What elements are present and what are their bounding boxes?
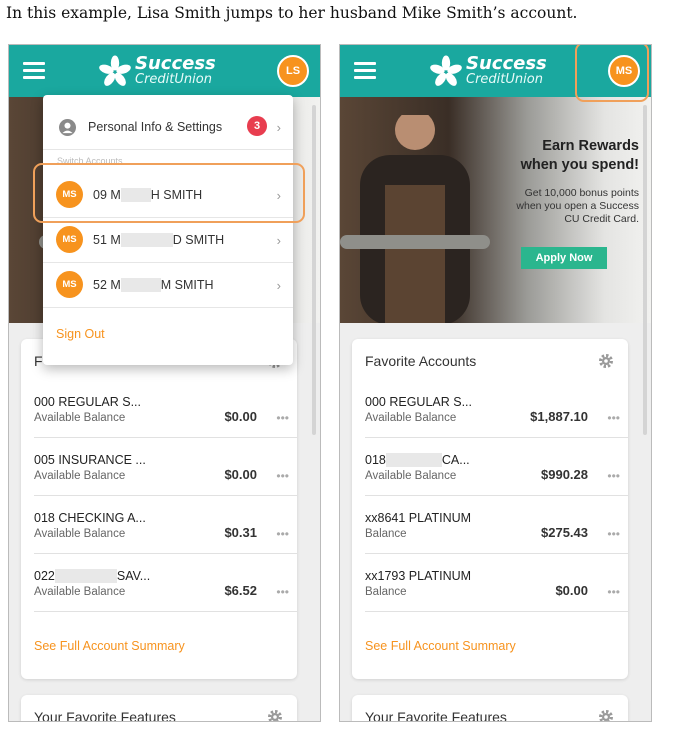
- account-name: xx1793 PLATINUM: [365, 569, 472, 583]
- logo-star-icon: [430, 55, 462, 86]
- account-balance: $0.00: [224, 467, 257, 482]
- account-balance-label: Available Balance: [34, 470, 126, 482]
- switch-account-item[interactable]: MS 52 MM SMITH ›: [43, 263, 293, 308]
- account-row[interactable]: xx8641 PLATINUM Balance $275.43 •••: [365, 497, 628, 554]
- caption: In this example, Lisa Smith jumps to her…: [6, 4, 578, 22]
- more-options-icon[interactable]: •••: [276, 411, 289, 425]
- panel-title: Favorite Accounts: [365, 353, 477, 369]
- sign-out-link[interactable]: Sign Out: [56, 327, 105, 341]
- gear-icon[interactable]: [267, 709, 283, 722]
- favorite-accounts-panel: F 000 REGULAR S... Available Balance $0.…: [21, 339, 297, 679]
- logo-title: Success: [466, 53, 547, 74]
- chevron-right-icon: ›: [276, 233, 281, 248]
- highlight-callout: [33, 163, 305, 223]
- more-options-icon[interactable]: •••: [607, 411, 620, 425]
- menu-icon[interactable]: [354, 62, 376, 80]
- see-full-summary-link[interactable]: See Full Account Summary: [34, 639, 185, 653]
- account-name: 000 REGULAR S...: [365, 395, 472, 409]
- account-row[interactable]: xx1793 PLATINUM Balance $0.00 •••: [365, 555, 628, 612]
- phone-screen-after: Success CreditUnion MS Earn Rewards when …: [339, 44, 652, 722]
- account-balance-label: Available Balance: [34, 586, 126, 598]
- avatar: MS: [56, 226, 83, 253]
- more-options-icon[interactable]: •••: [276, 585, 289, 599]
- logo-subtitle: CreditUnion: [466, 72, 543, 87]
- account-name: 018 CHECKING A...: [34, 511, 146, 525]
- promo-photo: [340, 115, 490, 323]
- account-balance: $1,887.10: [530, 409, 588, 424]
- notification-badge: 3: [247, 116, 267, 136]
- features-title: Your Favorite Features: [365, 709, 507, 722]
- promo-title: Earn Rewards when you spend!: [520, 138, 639, 173]
- panel-title: F: [34, 353, 43, 369]
- favorite-accounts-panel: Favorite Accounts 000 REGULAR S... Avail…: [352, 339, 628, 679]
- more-options-icon[interactable]: •••: [607, 527, 620, 541]
- user-circle-icon: [59, 119, 76, 136]
- account-balance: $275.43: [541, 525, 588, 540]
- account-balance: $0.00: [224, 409, 257, 424]
- profile-avatar-button[interactable]: LS: [277, 55, 309, 87]
- logo: Success CreditUnion: [99, 53, 239, 89]
- more-options-icon[interactable]: •••: [276, 527, 289, 541]
- account-row[interactable]: 018 CA... Available Balance $990.28 •••: [365, 439, 628, 496]
- account-balance: $0.00: [555, 583, 588, 598]
- see-full-summary-link[interactable]: See Full Account Summary: [365, 639, 516, 653]
- account-row[interactable]: 018 CHECKING A... Available Balance $0.3…: [34, 497, 297, 554]
- more-options-icon[interactable]: •••: [607, 469, 620, 483]
- account-balance: $990.28: [541, 467, 588, 482]
- scrollbar[interactable]: [312, 105, 316, 435]
- account-balance: $6.52: [224, 583, 257, 598]
- highlight-callout: [575, 45, 649, 102]
- switch-account-item[interactable]: MS 51 MD SMITH ›: [43, 218, 293, 263]
- chevron-right-icon: ›: [276, 120, 281, 135]
- personal-info-settings-item[interactable]: Personal Info & Settings 3 ›: [43, 105, 293, 150]
- promo-banner: Earn Rewards when you spend! Get 10,000 b…: [340, 97, 651, 323]
- chevron-right-icon: ›: [276, 278, 281, 293]
- more-options-icon[interactable]: •••: [276, 469, 289, 483]
- logo-star-icon: [99, 55, 131, 86]
- scrollbar[interactable]: [643, 105, 647, 435]
- menu-icon[interactable]: [23, 62, 45, 80]
- account-name: 000 REGULAR S...: [34, 395, 141, 409]
- features-title: Your Favorite Features: [34, 709, 176, 722]
- account-name: 022 SAV...: [34, 569, 151, 583]
- favorite-features-panel: Your Favorite Features: [352, 695, 628, 722]
- account-name: xx8641 PLATINUM: [365, 511, 472, 525]
- logo-title: Success: [135, 53, 216, 74]
- account-balance-label: Balance: [365, 586, 407, 598]
- account-balance-label: Available Balance: [34, 528, 126, 540]
- settings-label: Personal Info & Settings: [88, 120, 223, 134]
- account-row[interactable]: 000 REGULAR S... Available Balance $1,88…: [365, 381, 628, 438]
- avatar: MS: [56, 271, 83, 298]
- phone-screen-before: Success CreditUnion LS F 000 REGULAR S..…: [8, 44, 321, 722]
- promo-text: Get 10,000 bonus points when you open a S…: [516, 187, 639, 225]
- profile-dropdown-menu: Personal Info & Settings 3 › Switch Acco…: [43, 95, 293, 365]
- more-options-icon[interactable]: •••: [607, 585, 620, 599]
- account-name: 018 CA...: [365, 453, 470, 467]
- apply-now-button[interactable]: Apply Now: [521, 247, 607, 269]
- account-balance-label: Available Balance: [365, 470, 457, 482]
- logo-subtitle: CreditUnion: [135, 72, 212, 87]
- logo: Success CreditUnion: [430, 53, 570, 89]
- switch-account-label: 51 MD SMITH: [93, 233, 225, 247]
- account-name: 005 INSURANCE ...: [34, 453, 146, 467]
- account-balance-label: Available Balance: [365, 412, 457, 424]
- gear-icon[interactable]: [598, 709, 614, 722]
- favorite-features-panel: Your Favorite Features: [21, 695, 297, 722]
- account-row[interactable]: 022 SAV... Available Balance $6.52 •••: [34, 555, 297, 612]
- app-bar: Success CreditUnion LS: [9, 45, 320, 97]
- account-balance-label: Balance: [365, 528, 407, 540]
- account-row[interactable]: 000 REGULAR S... Available Balance $0.00…: [34, 381, 297, 438]
- gear-icon[interactable]: [598, 353, 614, 369]
- account-balance-label: Available Balance: [34, 412, 126, 424]
- account-balance: $0.31: [224, 525, 257, 540]
- switch-account-label: 52 MM SMITH: [93, 278, 214, 292]
- account-row[interactable]: 005 INSURANCE ... Available Balance $0.0…: [34, 439, 297, 496]
